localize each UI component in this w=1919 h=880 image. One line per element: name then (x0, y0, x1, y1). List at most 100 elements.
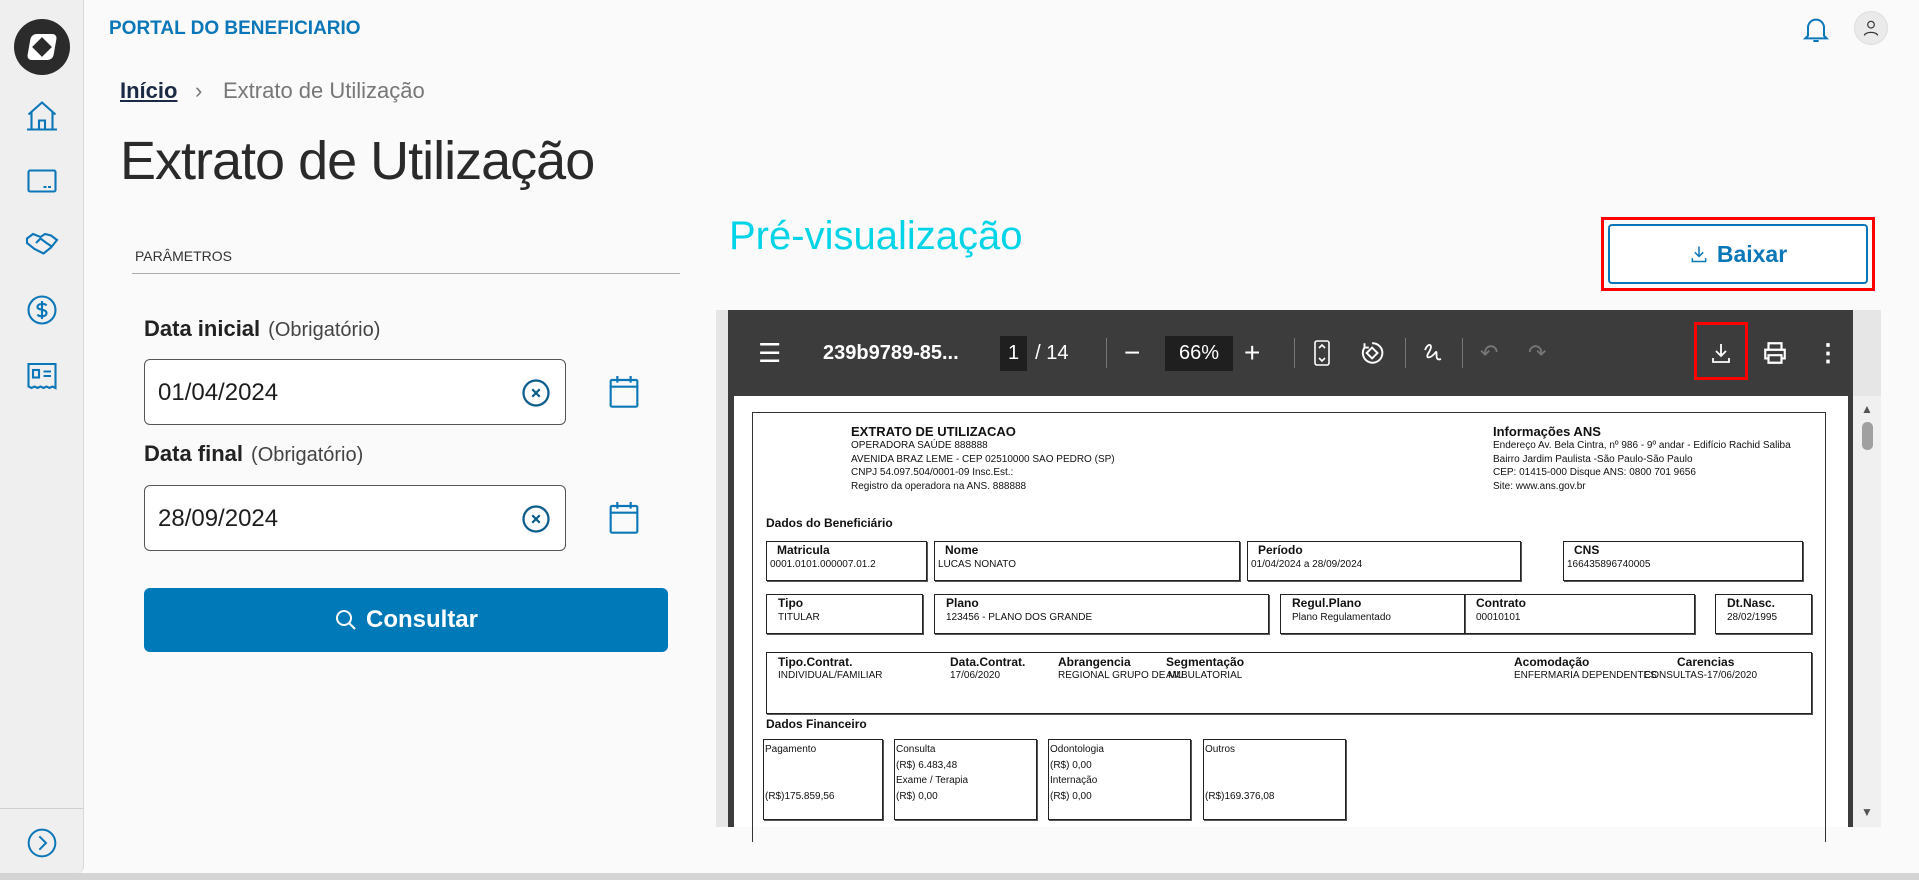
user-icon (1863, 20, 1879, 36)
breadcrumb-current: Extrato de Utilização (223, 78, 425, 103)
page-input[interactable]: 1 (1000, 335, 1028, 371)
user-avatar[interactable] (1854, 11, 1888, 45)
breadcrumb-home[interactable]: Início (120, 78, 177, 104)
field-label: Abrangencia (1058, 655, 1131, 669)
clear-icon[interactable] (521, 378, 551, 408)
scroll-up-icon[interactable]: ▲ (1861, 402, 1873, 416)
sidebar-divider (0, 808, 84, 809)
rotate-icon[interactable] (1358, 310, 1384, 396)
start-date-label: Data inicial (Obrigatório) (144, 316, 381, 341)
fin-line: (R$)175.859,56 (765, 791, 835, 802)
bell-icon[interactable] (1800, 12, 1832, 46)
fin-title: Dados Financeiro (766, 717, 867, 731)
fin-line: Internação (1050, 775, 1098, 786)
field-label: CNS (1574, 543, 1600, 557)
pdf-filename: 239b9789-85... (823, 341, 959, 364)
fin-line: Consulta (896, 744, 936, 755)
field-label: Dt.Nasc. (1727, 596, 1776, 610)
end-date-value: 28/09/2024 (158, 505, 279, 532)
baixar-button[interactable]: Baixar (1608, 224, 1868, 284)
start-date-input[interactable]: 01/04/2024 (144, 359, 566, 425)
chevron-right-icon[interactable] (26, 827, 58, 859)
field-value: TITULAR (778, 612, 820, 623)
download-icon[interactable] (1709, 310, 1733, 396)
calendar-icon[interactable] (608, 500, 640, 536)
search-icon (335, 610, 356, 630)
field-label: Nome (945, 543, 979, 557)
field-value: 00010101 (1476, 612, 1521, 623)
more-options-icon[interactable]: ⋮ (1816, 310, 1840, 396)
field-value: LUCAS NONATO (938, 559, 1016, 570)
consultar-button[interactable]: Consultar (144, 588, 668, 652)
fin-line: (R$) 0,00 (896, 791, 938, 802)
fin-line: (R$) 0,00 (1050, 791, 1092, 802)
consultar-label: Consultar (365, 606, 478, 633)
field-label: Período (1258, 543, 1303, 557)
field-value: CONSULTAS-17/06/2020 (1644, 670, 1758, 681)
fin-line: (R$) 0,00 (1050, 760, 1092, 771)
benef-title: Dados do Beneficiário (766, 516, 893, 530)
pdf-page: EXTRATO DE UTILIZACAO OPERADORA SAÚDE 888… (734, 396, 1848, 842)
calendar-icon[interactable] (608, 374, 640, 410)
card-icon[interactable] (24, 163, 60, 199)
portal-title: PORTAL DO BENEFICIARIO (109, 18, 361, 39)
ans-line: Bairro Jardim Paulista -São Paulo-São Pa… (1493, 453, 1693, 465)
clear-icon[interactable] (521, 504, 551, 534)
highlight-box: Baixar (1601, 217, 1875, 291)
baixar-label: Baixar (1716, 240, 1788, 267)
field-label: Plano (946, 596, 979, 610)
dollar-icon[interactable] (24, 292, 60, 328)
ans-line: Endereço Av. Bela Cintra, nº 986 - 9º an… (1493, 440, 1791, 451)
field-label: Data.Contrat. (950, 655, 1026, 669)
field-label: Regul.Plano (1292, 596, 1362, 610)
undo-icon[interactable]: ↶ (1480, 310, 1498, 396)
field-value: 01/04/2024 a 28/09/2024 (1251, 559, 1363, 570)
totvs-logo (14, 19, 70, 75)
fin-line: Exame / Terapia (896, 775, 969, 786)
fit-page-icon[interactable] (1314, 310, 1330, 396)
field-value: Plano Regulamentado (1292, 612, 1391, 623)
scroll-down-icon[interactable]: ▼ (1861, 805, 1873, 819)
operator-line: AVENIDA BRAZ LEME - CEP 02510000 SAO PED… (851, 453, 1115, 465)
pdf-field-box (766, 652, 1812, 714)
home-icon[interactable] (24, 98, 60, 134)
bottom-bar (0, 873, 1919, 880)
field-value: 0001.0101.000007.01.2 (770, 559, 876, 570)
scroll-thumb[interactable] (1862, 422, 1873, 450)
zoom-value[interactable]: 66% (1165, 335, 1234, 371)
scrollbar[interactable]: ▲ ▼ (1853, 396, 1881, 827)
page-title: Extrato de Utilização (120, 131, 595, 191)
print-icon[interactable] (1762, 310, 1788, 396)
field-value: ENFERMARIA DEPENDENTES (1514, 670, 1657, 681)
end-date-label: Data final (Obrigatório) (144, 441, 364, 466)
operator-line: OPERADORA SAÚDE 888888 (851, 440, 988, 451)
end-date-input[interactable]: 28/09/2024 (144, 485, 566, 551)
start-date-value: 01/04/2024 (158, 379, 279, 406)
page-count: / 14 (1035, 341, 1069, 364)
params-section-title: PARÂMETROS (135, 248, 232, 264)
fin-line: (R$) 6.483,48 (896, 760, 958, 771)
fin-line: Pagamento (765, 744, 817, 755)
handshake-icon[interactable] (24, 225, 60, 261)
annotate-icon[interactable] (1421, 310, 1443, 396)
field-value: REGIONAL GRUPO DE MU (1058, 670, 1184, 681)
pdf-page-area: EXTRATO DE UTILIZACAO OPERADORA SAÚDE 888… (728, 396, 1853, 842)
preview-title: Pré-visualização (729, 214, 1023, 258)
field-label: Tipo.Contrat. (778, 655, 853, 669)
redo-icon[interactable]: ↷ (1528, 310, 1546, 396)
pdf-toolbar: ☰ 239b9789-85... 1 / 14 − 66% + ↶ ↷ ⋮ (728, 310, 1853, 396)
download-icon (1691, 246, 1707, 263)
receipt-icon[interactable] (24, 358, 60, 394)
field-value: 17/06/2020 (950, 670, 1001, 681)
field-value: 28/02/1995 (1727, 612, 1778, 623)
fin-line: (R$)169.376,08 (1205, 791, 1275, 802)
field-label: Contrato (1476, 596, 1526, 610)
pdf-title: EXTRATO DE UTILIZACAO (851, 424, 1016, 439)
operator-line: CNPJ 54.097.504/0001-09 Insc.Est.: (851, 467, 1014, 478)
zoom-out-button[interactable]: − (1124, 310, 1140, 396)
zoom-in-button[interactable]: + (1244, 310, 1260, 396)
fin-line: Odontologia (1050, 744, 1104, 755)
menu-icon[interactable]: ☰ (758, 310, 781, 396)
field-label: Carencias (1677, 655, 1735, 669)
operator-line: Registro da operadora na ANS. 888888 (851, 480, 1027, 492)
